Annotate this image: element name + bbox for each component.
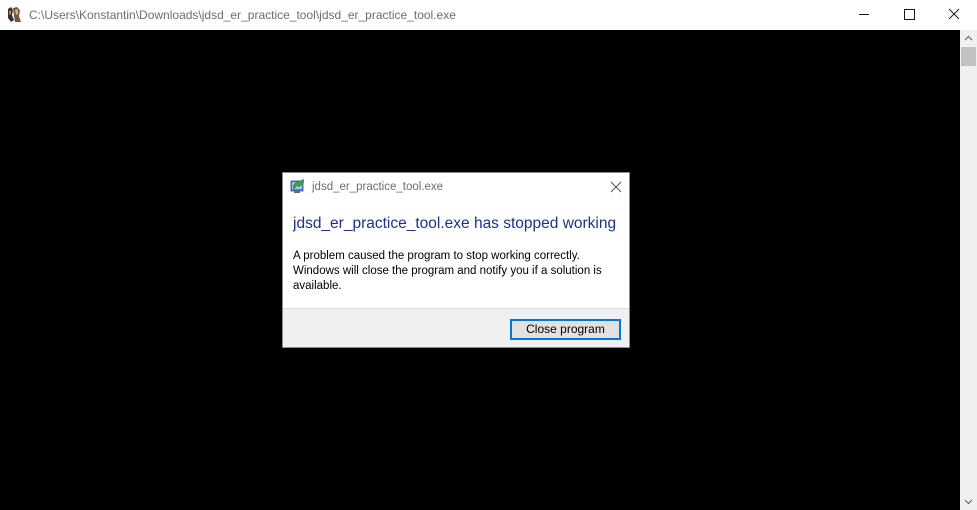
close-icon [610, 181, 622, 193]
windows-error-reporting-icon [290, 178, 307, 195]
minimize-button[interactable] [841, 0, 887, 30]
close-icon [948, 8, 960, 20]
scroll-thumb[interactable] [961, 47, 976, 66]
vertical-scrollbar[interactable] [960, 30, 977, 510]
close-window-button[interactable] [931, 0, 977, 30]
dialog-title: jdsd_er_practice_tool.exe [312, 181, 444, 193]
console-window: C:\Users\Konstantin\Downloads\jdsd_er_pr… [0, 0, 977, 510]
maximize-icon [904, 9, 915, 20]
chevron-up-icon [964, 35, 973, 41]
close-program-button[interactable]: Close program [510, 319, 621, 340]
error-dialog: jdsd_er_practice_tool.exe jdsd_er_practi… [282, 172, 630, 348]
minimize-icon [859, 14, 869, 15]
dialog-close-button[interactable] [603, 176, 629, 198]
title-bar[interactable]: C:\Users\Konstantin\Downloads\jdsd_er_pr… [0, 0, 977, 30]
window-title: C:\Users\Konstantin\Downloads\jdsd_er_pr… [29, 8, 456, 22]
dialog-footer: Close program [283, 308, 629, 347]
scroll-up-button[interactable] [960, 30, 977, 47]
chevron-down-icon [964, 499, 973, 505]
dialog-message: A problem caused the program to stop wor… [293, 250, 602, 292]
game-app-icon [6, 6, 22, 23]
dialog-heading: jdsd_er_practice_tool.exe has stopped wo… [293, 215, 617, 232]
scroll-down-button[interactable] [960, 493, 977, 510]
maximize-button[interactable] [886, 0, 932, 30]
